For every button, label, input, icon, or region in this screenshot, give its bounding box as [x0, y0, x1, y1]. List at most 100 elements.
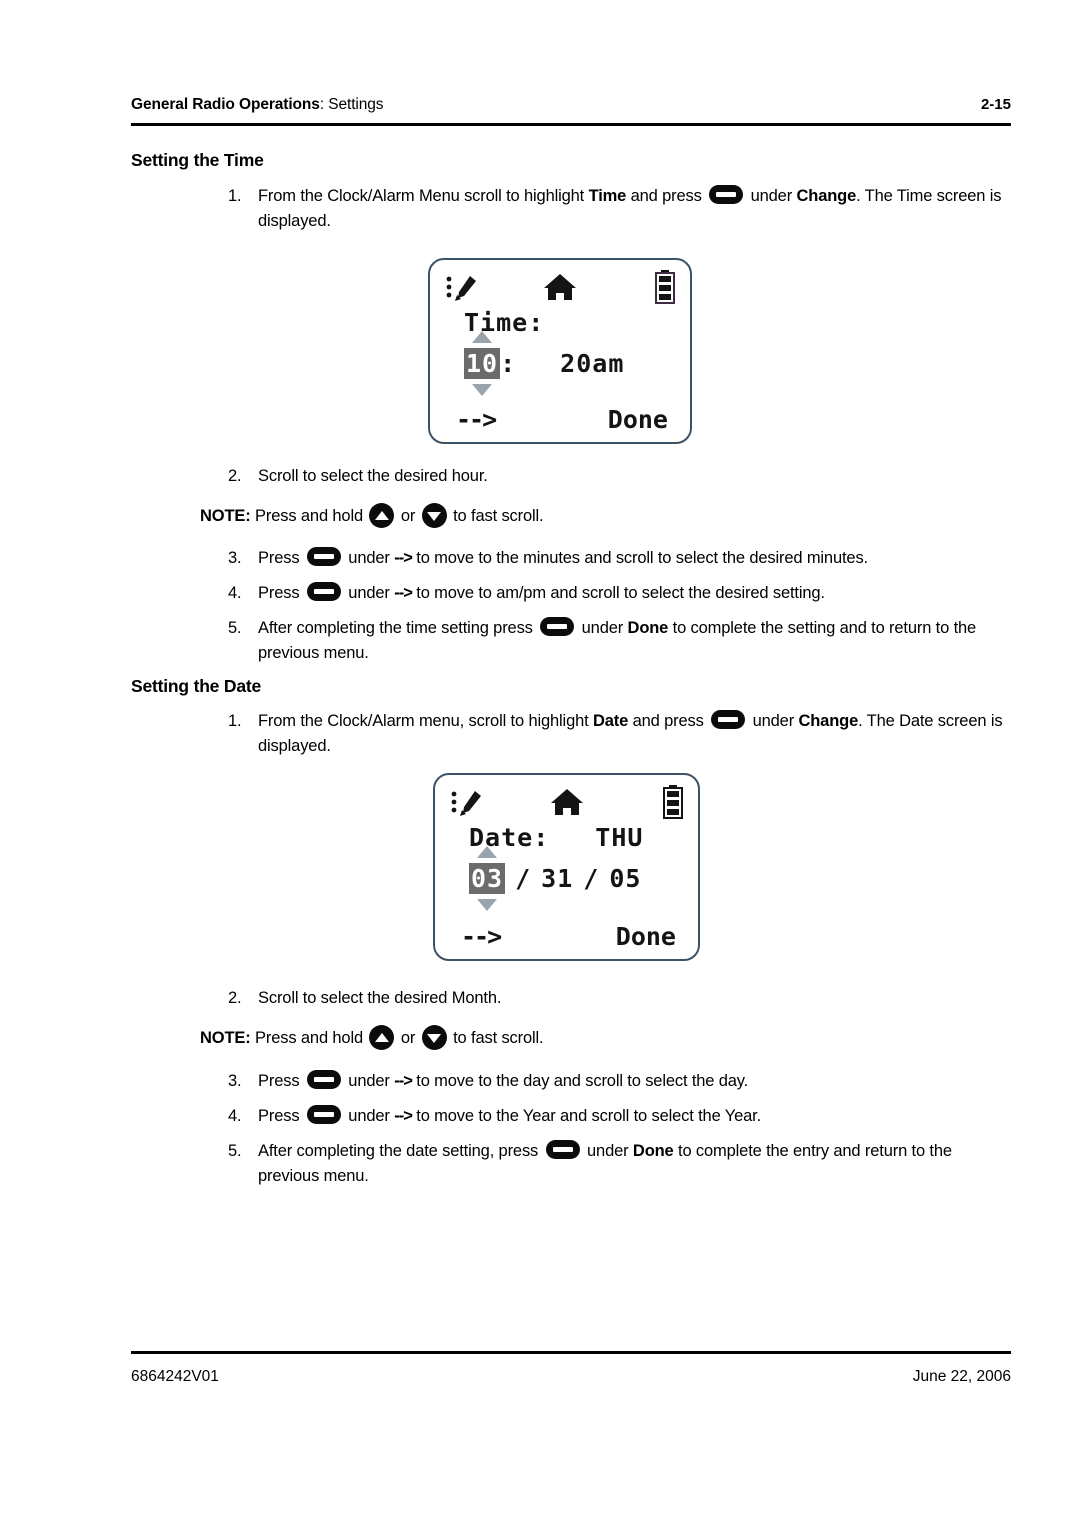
lcd-date-rows: Date: THU 03 / 31 / 05 — [435, 823, 698, 911]
date-note: NOTE: Press and hold or to fast scroll. — [200, 1025, 1010, 1051]
header-title: General Radio Operations: Settings — [131, 96, 384, 114]
time-step-3-text-b: under — [343, 549, 395, 567]
lcd-screen-date: Date: THU 03 / 31 / 05 --> Done — [433, 773, 700, 961]
heading-setting-the-time: Setting the Time — [131, 150, 264, 170]
time-step-4: 4. Press under --> to move to am/pm and … — [228, 581, 1013, 606]
time-step-2-number: 2. — [228, 467, 242, 485]
date-step-4-text-b: under — [343, 1107, 395, 1125]
battery-icon — [662, 785, 684, 819]
date-step-4-body: Press under --> to move to the Year and … — [258, 1104, 1013, 1129]
lcd-date-sep-2: / — [583, 864, 600, 893]
date-step-4-text-c: to move to the Year and scroll to select… — [411, 1107, 761, 1125]
lcd-date-day-value: 31 — [541, 864, 574, 893]
lcd-time-softkeys: --> Done — [430, 396, 690, 434]
heading-setting-the-date: Setting the Date — [131, 676, 262, 696]
lcd-date-weekday: THU — [595, 823, 644, 852]
lcd-screen-time: Time: 10: 20am --> Done — [428, 258, 692, 444]
menu-select-button-icon — [306, 547, 341, 566]
right-arrow-glyph: --> — [394, 1072, 413, 1090]
footer-doc-number: 6864242V01 — [131, 1368, 219, 1385]
date-step-2-body: Scroll to select the desired Month. — [258, 989, 502, 1007]
page-number: 2-15 — [980, 96, 1011, 113]
caret-up-icon — [477, 846, 498, 858]
date-step-3-text-c: to move to the day and scroll to select … — [411, 1072, 749, 1090]
time-step-3-text-a: Press — [258, 549, 304, 567]
date-step-3: 3. Press under --> to move to the day an… — [228, 1069, 1013, 1094]
lcd-date-left-softkey[interactable]: --> — [461, 922, 502, 951]
battery-icon — [654, 270, 676, 304]
menu-select-button-icon — [540, 617, 575, 636]
caret-down-icon — [477, 899, 498, 911]
time-note: NOTE: Press and hold or to fast scroll. — [200, 503, 1010, 529]
date-step-3-text-b: under — [343, 1072, 395, 1090]
scroll-down-button-icon — [421, 1025, 447, 1050]
date-step-1-change-bold: Change — [798, 712, 859, 730]
menu-select-button-icon — [306, 1105, 341, 1124]
time-note-text-c: to fast scroll. — [448, 507, 544, 525]
right-arrow-glyph: --> — [394, 584, 413, 602]
date-step-3-number: 3. — [228, 1072, 242, 1090]
date-step-4: 4. Press under --> to move to the Year a… — [228, 1104, 1013, 1129]
date-note-label: NOTE: — [200, 1029, 251, 1047]
right-arrow-glyph: --> — [394, 1107, 413, 1125]
lcd-date-sep-1: / — [515, 864, 532, 893]
time-step-3: 3. Press under --> to move to the minute… — [228, 546, 1013, 571]
wrench-icon — [451, 789, 485, 817]
time-step-5-text-a: After completing the time setting press — [258, 619, 538, 637]
footer-rule — [131, 1351, 1011, 1354]
time-step-4-text-a: Press — [258, 584, 304, 602]
time-step-5-number: 5. — [228, 619, 242, 637]
footer-date: June 22, 2006 — [912, 1368, 1011, 1385]
date-step-1-text-c: and press — [628, 712, 709, 730]
time-step-5-text-b: under — [577, 619, 628, 637]
time-step-1-text-c: and press — [626, 187, 707, 205]
time-step-4-text-c: to move to am/pm and scroll to select th… — [411, 584, 825, 602]
menu-select-button-icon — [306, 582, 341, 601]
lcd-time-hour-field[interactable]: 10 — [464, 331, 501, 396]
lcd-date-month-field[interactable]: 03 — [469, 846, 506, 911]
date-step-3-body: Press under --> to move to the day and s… — [258, 1069, 1013, 1094]
lcd-time-minutes-ampm: 20am — [560, 349, 625, 378]
time-note-label: NOTE: — [200, 507, 251, 525]
time-step-5: 5. After completing the time setting pre… — [228, 616, 1013, 666]
home-icon — [543, 272, 577, 302]
time-step-4-body: Press under --> to move to am/pm and scr… — [258, 581, 1013, 606]
time-step-3-text-c: to move to the minutes and scroll to sel… — [411, 549, 868, 567]
time-note-text-a: Press and hold — [250, 507, 368, 525]
lcd-time-left-softkey[interactable]: --> — [456, 405, 497, 434]
lcd-date-value-row: 03 / 31 / 05 — [435, 846, 698, 911]
menu-select-button-icon — [709, 185, 744, 204]
time-step-1-change-bold: Change — [796, 187, 857, 205]
menu-select-button-icon — [306, 1070, 341, 1089]
menu-select-button-icon — [545, 1140, 580, 1159]
date-step-1: 1. From the Clock/Alarm menu, scroll to … — [228, 709, 1013, 759]
date-step-5-number: 5. — [228, 1142, 242, 1160]
manual-page: General Radio Operations: Settings 2-15 … — [0, 0, 1080, 1528]
date-step-3-text-a: Press — [258, 1072, 304, 1090]
time-step-2-body: Scroll to select the desired hour. — [258, 467, 488, 485]
time-step-3-number: 3. — [228, 549, 242, 567]
time-step-1-text-a: From the Clock/Alarm Menu scroll to high… — [258, 187, 589, 205]
lcd-time-right-softkey[interactable]: Done — [608, 405, 668, 434]
lcd-date-right-softkey[interactable]: Done — [616, 922, 676, 951]
time-step-1: 1. From the Clock/Alarm Menu scroll to h… — [228, 184, 1013, 234]
time-step-5-done-bold: Done — [627, 619, 669, 637]
wrench-icon — [446, 274, 480, 302]
date-step-5-body: After completing the date setting, press… — [258, 1139, 1013, 1189]
date-step-5: 5. After completing the date setting, pr… — [228, 1139, 1013, 1189]
date-step-4-text-a: Press — [258, 1107, 304, 1125]
date-step-5-text-a: After completing the date setting, press — [258, 1142, 543, 1160]
lcd-time-label: Time: — [464, 308, 545, 337]
lcd-time-rows: Time: 10: 20am — [430, 308, 690, 396]
scroll-up-button-icon — [369, 503, 395, 528]
lcd-time-colon: : — [500, 349, 517, 378]
menu-select-button-icon — [711, 710, 746, 729]
time-step-4-text-b: under — [343, 584, 395, 602]
date-step-2-number: 2. — [228, 989, 242, 1007]
time-step-3-body: Press under --> to move to the minutes a… — [258, 546, 1013, 571]
page-footer: 6864242V01 June 22, 2006 — [131, 1368, 1011, 1386]
lcd-time-hour-value: 10 — [464, 348, 501, 379]
lcd-date-label-row: Date: THU — [435, 823, 698, 863]
time-step-1-body: From the Clock/Alarm Menu scroll to high… — [258, 184, 1013, 234]
date-step-4-number: 4. — [228, 1107, 242, 1125]
